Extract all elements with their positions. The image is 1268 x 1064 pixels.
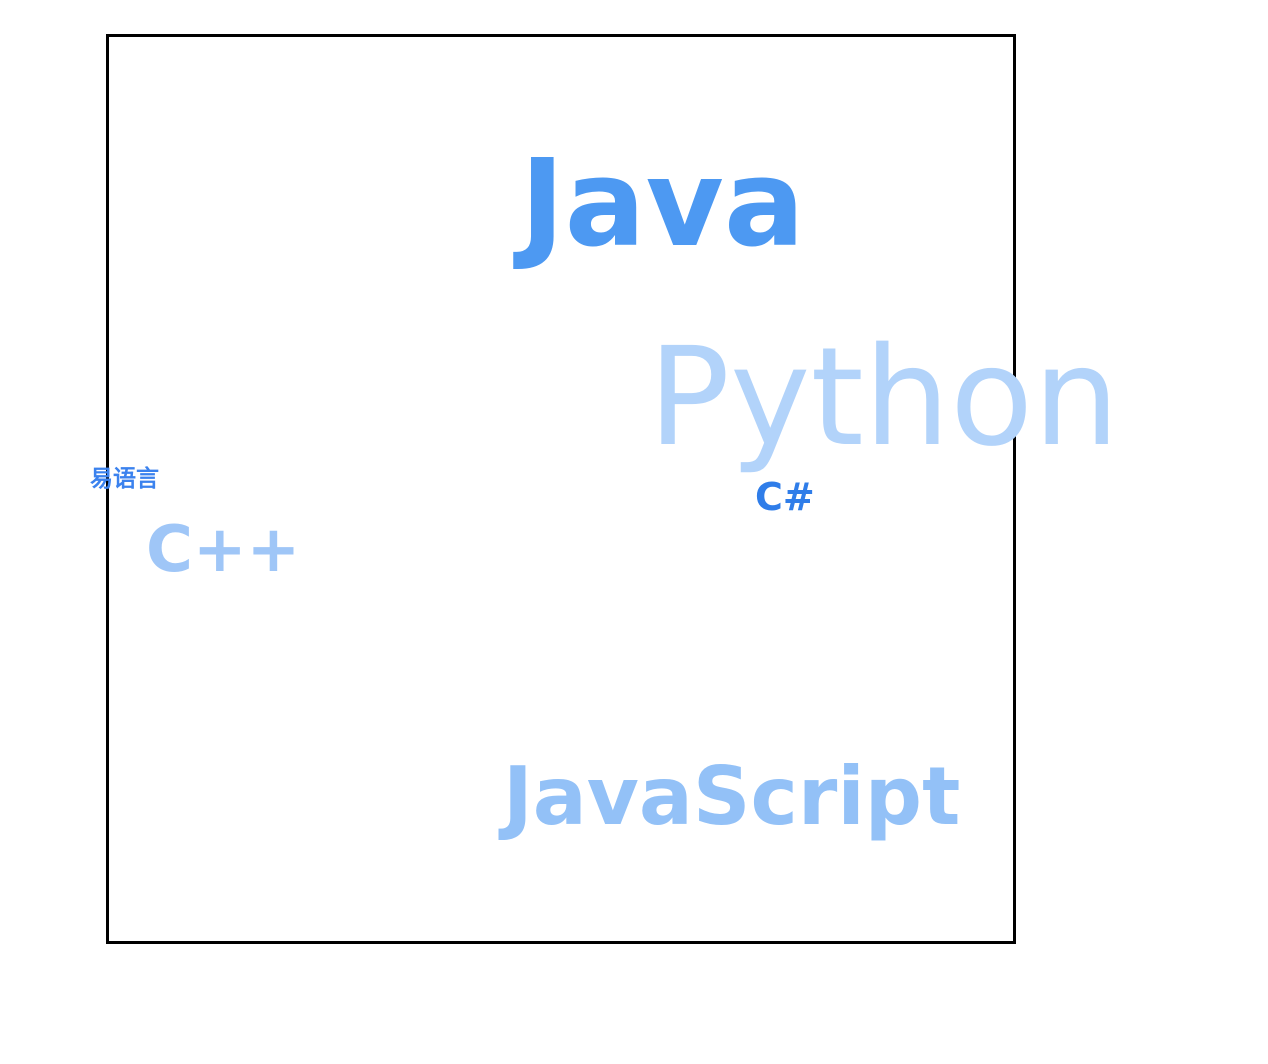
word-java[interactable]: Java <box>520 145 805 265</box>
word-cpp[interactable]: C++ <box>146 518 300 582</box>
word-yiyuyan[interactable]: 易语言 <box>90 468 159 491</box>
word-csharp[interactable]: C# <box>755 478 815 516</box>
word-javascript[interactable]: JavaScript <box>503 757 960 837</box>
word-python[interactable]: Python <box>648 330 1119 466</box>
word-cloud-canvas: Java Python C# 易语言 C++ JavaScript <box>0 0 1268 1064</box>
